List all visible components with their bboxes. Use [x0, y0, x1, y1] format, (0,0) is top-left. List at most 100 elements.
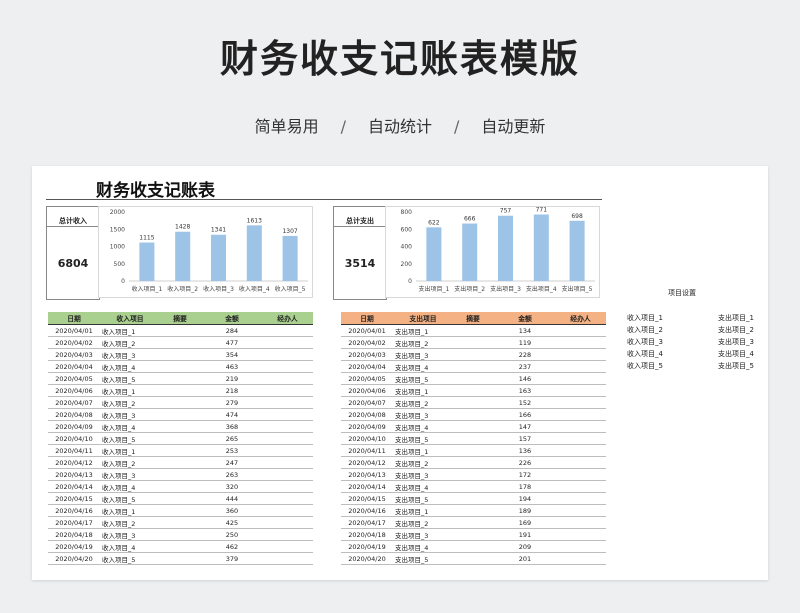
column-header[interactable]: 收入项目	[100, 313, 158, 323]
table-cell[interactable]: 163	[495, 387, 555, 395]
table-cell[interactable]: 2020/04/02	[341, 339, 393, 347]
bar[interactable]	[497, 215, 514, 281]
table-cell[interactable]: 2020/04/16	[341, 507, 393, 515]
table-cell[interactable]: 收入项目_1	[100, 326, 158, 336]
table-cell[interactable]: 2020/04/11	[48, 447, 100, 455]
table-cell[interactable]: 134	[495, 327, 555, 335]
table-cell[interactable]: 253	[202, 447, 262, 455]
table-cell[interactable]: 169	[495, 519, 555, 527]
table-cell[interactable]: 152	[495, 399, 555, 407]
table-cell[interactable]: 157	[495, 435, 555, 443]
table-cell[interactable]: 284	[202, 327, 262, 335]
table-cell[interactable]: 2020/04/20	[341, 555, 393, 563]
table-cell[interactable]: 收入项目_5	[100, 374, 158, 384]
table-cell[interactable]: 2020/04/17	[341, 519, 393, 527]
column-header[interactable]: 摘要	[451, 313, 495, 323]
column-header[interactable]: 经办人	[555, 313, 606, 323]
table-cell[interactable]: 146	[495, 375, 555, 383]
table-cell[interactable]: 189	[495, 507, 555, 515]
table-cell[interactable]: 支出项目_2	[393, 458, 451, 468]
settings-expense-item[interactable]: 支出项目_5	[718, 361, 754, 371]
table-cell[interactable]: 194	[495, 495, 555, 503]
table-cell[interactable]: 收入项目_4	[100, 362, 158, 372]
table-cell[interactable]: 支出项目_2	[393, 518, 451, 528]
bar[interactable]	[533, 214, 549, 281]
table-cell[interactable]: 279	[202, 399, 262, 407]
column-header[interactable]: 日期	[48, 313, 100, 323]
table-cell[interactable]: 2020/04/09	[48, 423, 100, 431]
table-cell[interactable]: 250	[202, 531, 262, 539]
table-cell[interactable]: 2020/04/16	[48, 507, 100, 515]
table-cell[interactable]: 2020/04/12	[48, 459, 100, 467]
table-cell[interactable]: 360	[202, 507, 262, 515]
table-cell[interactable]: 201	[495, 555, 555, 563]
settings-income-item[interactable]: 收入项目_3	[627, 337, 663, 347]
table-cell[interactable]: 支出项目_1	[393, 326, 451, 336]
table-cell[interactable]: 2020/04/01	[341, 327, 393, 335]
table-cell[interactable]: 收入项目_1	[100, 506, 158, 516]
table-cell[interactable]: 2020/04/17	[48, 519, 100, 527]
table-cell[interactable]: 2020/04/13	[341, 471, 393, 479]
table-cell[interactable]: 收入项目_1	[100, 386, 158, 396]
settings-expense-item[interactable]: 支出项目_2	[718, 325, 754, 335]
table-cell[interactable]: 191	[495, 531, 555, 539]
table-cell[interactable]: 2020/04/19	[341, 543, 393, 551]
table-cell[interactable]: 收入项目_3	[100, 410, 158, 420]
table-cell[interactable]: 2020/04/06	[341, 387, 393, 395]
table-cell[interactable]: 支出项目_1	[393, 446, 451, 456]
column-header[interactable]: 摘要	[158, 313, 202, 323]
table-cell[interactable]: 2020/04/05	[341, 375, 393, 383]
table-cell[interactable]: 2020/04/07	[341, 399, 393, 407]
settings-income-item[interactable]: 收入项目_2	[627, 325, 663, 335]
table-cell[interactable]: 265	[202, 435, 262, 443]
bar[interactable]	[175, 231, 191, 281]
table-cell[interactable]: 172	[495, 471, 555, 479]
table-cell[interactable]: 支出项目_5	[393, 434, 451, 444]
table-cell[interactable]: 2020/04/13	[48, 471, 100, 479]
bar[interactable]	[210, 234, 227, 281]
table-cell[interactable]: 2020/04/20	[48, 555, 100, 563]
table-cell[interactable]: 477	[202, 339, 262, 347]
table-cell[interactable]: 收入项目_5	[100, 494, 158, 504]
table-cell[interactable]: 474	[202, 411, 262, 419]
table-cell[interactable]: 支出项目_5	[393, 494, 451, 504]
table-cell[interactable]: 368	[202, 423, 262, 431]
settings-income-item[interactable]: 收入项目_5	[627, 361, 663, 371]
table-cell[interactable]: 2020/04/11	[341, 447, 393, 455]
table-cell[interactable]: 228	[495, 351, 555, 359]
table-cell[interactable]: 支出项目_3	[393, 350, 451, 360]
table-cell[interactable]: 263	[202, 471, 262, 479]
table-cell[interactable]: 2020/04/10	[341, 435, 393, 443]
column-header[interactable]: 金额	[202, 313, 262, 323]
table-cell[interactable]: 2020/04/18	[341, 531, 393, 539]
table-cell[interactable]: 237	[495, 363, 555, 371]
table-cell[interactable]: 178	[495, 483, 555, 491]
table-cell[interactable]: 2020/04/18	[48, 531, 100, 539]
table-cell[interactable]: 2020/04/19	[48, 543, 100, 551]
table-cell[interactable]: 收入项目_3	[100, 350, 158, 360]
table-cell[interactable]: 463	[202, 363, 262, 371]
table-cell[interactable]: 2020/04/01	[48, 327, 100, 335]
table-cell[interactable]: 2020/04/07	[48, 399, 100, 407]
table-cell[interactable]: 2020/04/03	[48, 351, 100, 359]
table-cell[interactable]: 支出项目_3	[393, 410, 451, 420]
settings-expense-item[interactable]: 支出项目_4	[718, 349, 754, 359]
settings-expense-item[interactable]: 支出项目_3	[718, 337, 754, 347]
table-cell[interactable]: 147	[495, 423, 555, 431]
table-cell[interactable]: 444	[202, 495, 262, 503]
table-cell[interactable]: 2020/04/08	[48, 411, 100, 419]
table-cell[interactable]: 收入项目_4	[100, 482, 158, 492]
bar[interactable]	[139, 242, 155, 281]
bar[interactable]	[462, 223, 478, 281]
column-header[interactable]: 日期	[341, 313, 393, 323]
column-header[interactable]: 金额	[495, 313, 555, 323]
table-cell[interactable]: 219	[202, 375, 262, 383]
table-cell[interactable]: 2020/04/04	[48, 363, 100, 371]
table-cell[interactable]: 2020/04/15	[48, 495, 100, 503]
table-cell[interactable]: 2020/04/05	[48, 375, 100, 383]
table-cell[interactable]: 2020/04/14	[341, 483, 393, 491]
settings-income-item[interactable]: 收入项目_1	[627, 313, 663, 323]
table-cell[interactable]: 收入项目_5	[100, 434, 158, 444]
table-cell[interactable]: 379	[202, 555, 262, 563]
table-cell[interactable]: 收入项目_3	[100, 530, 158, 540]
